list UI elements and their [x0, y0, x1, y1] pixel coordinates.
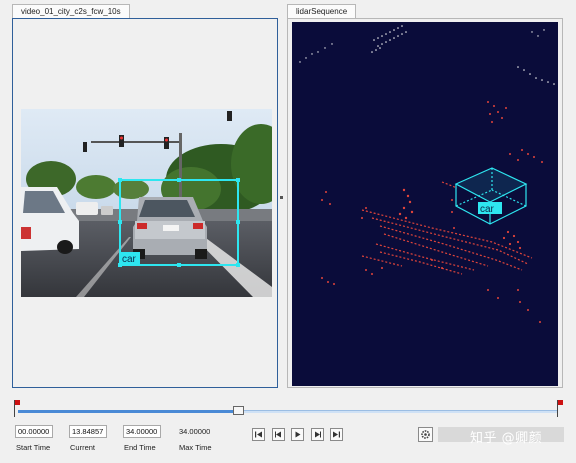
- timeline-slider[interactable]: [14, 396, 564, 420]
- tab-lidar[interactable]: lidarSequence: [287, 4, 357, 18]
- timeline-progress: [18, 410, 238, 413]
- settings-button[interactable]: [418, 427, 433, 442]
- skip-to-end-button[interactable]: [330, 428, 343, 441]
- skip-to-start-icon: [255, 431, 262, 438]
- play-icon: [295, 431, 301, 438]
- lidar-panel: car: [287, 18, 563, 388]
- start-time-field[interactable]: 00.00000: [15, 425, 53, 438]
- gear-icon: [421, 430, 430, 439]
- video-panel: car: [12, 18, 278, 388]
- end-time-label: End Time: [124, 443, 156, 452]
- point-cloud: car: [299, 25, 555, 323]
- lidar-box-label: car: [480, 204, 495, 215]
- end-flag-marker[interactable]: [557, 400, 563, 417]
- lidar-point-cloud-view[interactable]: car: [292, 22, 558, 386]
- current-time-field[interactable]: 13.84857: [69, 425, 107, 438]
- skip-to-start-button[interactable]: [252, 428, 265, 441]
- max-time-value: 34.00000: [179, 427, 211, 436]
- red-points: [321, 101, 543, 323]
- max-time-label: Max Time: [179, 443, 212, 452]
- video-box-label: car: [122, 254, 137, 265]
- white-points: [299, 25, 555, 85]
- camera-image: car: [21, 109, 272, 297]
- video-frame[interactable]: car: [21, 109, 272, 297]
- red-scan-lines: [361, 181, 533, 275]
- step-back-icon: [275, 431, 281, 438]
- pane-splitter[interactable]: [280, 196, 283, 199]
- video-panel-wrapper: video_01_city_c2s_fcw_10s car: [12, 4, 278, 388]
- step-forward-icon: [315, 431, 321, 438]
- play-button[interactable]: [291, 428, 304, 441]
- car-3d-box: [454, 167, 528, 225]
- start-flag-marker[interactable]: [14, 400, 20, 417]
- start-time-label: Start Time: [16, 443, 51, 452]
- watermark-text: 知乎 @卿颜: [470, 431, 543, 446]
- current-time-label: Current: [70, 443, 96, 452]
- skip-to-end-icon: [333, 431, 340, 438]
- timeline-thumb[interactable]: [232, 406, 244, 415]
- tab-video[interactable]: video_01_city_c2s_fcw_10s: [12, 4, 130, 18]
- lidar-panel-wrapper: lidarSequence car: [287, 4, 563, 388]
- end-time-field[interactable]: 34.00000: [123, 425, 161, 438]
- step-forward-button[interactable]: [311, 428, 324, 441]
- step-back-button[interactable]: [272, 428, 285, 441]
